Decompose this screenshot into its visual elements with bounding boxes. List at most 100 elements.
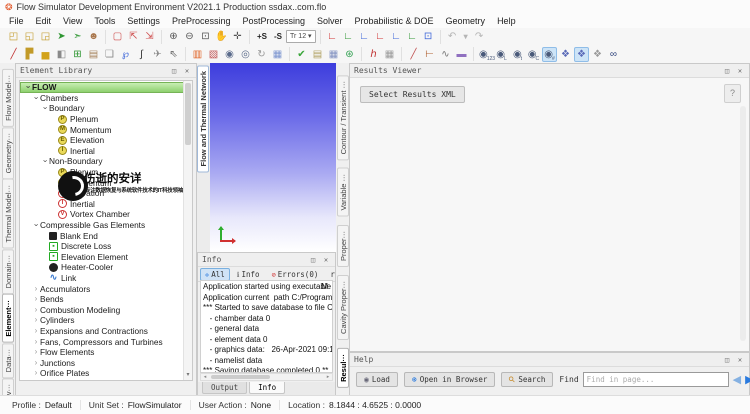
results-bars-icon[interactable]: ▅ <box>38 47 53 62</box>
rotate-selection-icon[interactable]: ⇲ <box>142 29 157 44</box>
draw-tee-icon[interactable]: ⊢ <box>422 47 437 62</box>
menu-file[interactable]: File <box>3 14 30 28</box>
collapse-icon[interactable]: › <box>41 157 49 165</box>
zoom-in-icon[interactable]: ⊕ <box>166 29 181 44</box>
view-results-icon[interactable]: ◉ <box>222 47 237 62</box>
dock-tab-flow-model[interactable]: Flow Model··· <box>2 69 14 127</box>
pan-icon[interactable]: ✋ <box>214 29 229 44</box>
find-entity-icon[interactable]: ∞ <box>606 47 621 62</box>
create-chamber-icon[interactable]: ▛ <box>22 47 37 62</box>
template-icon[interactable]: ▤ <box>86 47 101 62</box>
scroll-left-icon[interactable]: ◂ <box>201 374 209 380</box>
dock-tab-domain[interactable]: Domain··· <box>2 249 14 294</box>
show-labels-icon[interactable]: ◉L <box>494 47 509 62</box>
spline-icon[interactable]: ∫ <box>134 47 149 62</box>
help-button[interactable]: ? <box>724 84 741 103</box>
dock-tab-element[interactable]: Element··· <box>2 294 14 343</box>
view-custom-icon[interactable]: ∟ <box>405 29 420 44</box>
decrease-symbol-size-button[interactable]: -S <box>271 29 285 44</box>
show-hidden-icon[interactable]: ❖ <box>590 47 605 62</box>
menu-solver[interactable]: Solver <box>311 14 349 28</box>
move-selection-icon[interactable]: ⇱ <box>126 29 141 44</box>
tree-scrollbar[interactable]: ▾ <box>183 81 192 380</box>
open-in-browser-button[interactable]: ⊛ Open in Browser <box>404 372 496 387</box>
close-icon[interactable]: ✕ <box>321 256 331 264</box>
append-model-icon[interactable]: ➤ <box>54 29 69 44</box>
pin-icon[interactable]: ◫ <box>308 256 318 264</box>
zoom-out-icon[interactable]: ⊖ <box>182 29 197 44</box>
increase-symbol-size-button[interactable]: +S <box>254 29 270 44</box>
menu-postprocessing[interactable]: PostProcessing <box>236 14 311 28</box>
tree-item-cylinders[interactable]: ›Cylinders <box>20 315 184 326</box>
scrollbar-thumb[interactable] <box>211 375 270 379</box>
export-model-icon[interactable]: ➣ <box>70 29 85 44</box>
console-tab-output[interactable]: Output <box>202 382 247 394</box>
tree-item-elevation[interactable]: EElevation <box>20 135 184 146</box>
spreadsheet-icon[interactable]: ▦ <box>382 47 397 62</box>
expand-icon[interactable]: › <box>32 338 40 346</box>
scroll-down-icon[interactable]: ▾ <box>184 371 192 380</box>
tree-item-plenum[interactable]: PPlenum <box>20 114 184 125</box>
show-chambers-icon[interactable]: ❖ <box>574 47 589 62</box>
tree-item-flow[interactable]: ›FLOW <box>20 82 184 93</box>
tree-item-combustion-modeling[interactable]: ›Combustion Modeling <box>20 304 184 315</box>
search-button[interactable]: ⚲ Search <box>501 372 553 387</box>
expand-icon[interactable]: › <box>32 285 40 293</box>
show-elements-icon[interactable]: ❖ <box>558 47 573 62</box>
menu-help[interactable]: Help <box>491 14 522 28</box>
menu-settings[interactable]: Settings <box>121 14 166 28</box>
tree-item-plenum[interactable]: PPlenum <box>20 167 184 178</box>
expand-icon[interactable]: › <box>32 306 40 314</box>
dock-tab-contour-transient[interactable]: Contour / Transient ··· <box>337 75 349 160</box>
data-table-icon[interactable]: ▦ <box>270 47 285 62</box>
tree-item-link[interactable]: ∿Link <box>20 273 184 284</box>
dock-tab-data[interactable]: Data··· <box>2 343 14 378</box>
results-scrollbar[interactable] <box>740 106 746 341</box>
pin-icon[interactable]: ◫ <box>722 356 732 364</box>
convergence-plot-icon[interactable]: ℎ <box>366 47 381 62</box>
view-front-icon[interactable]: ∟ <box>389 29 404 44</box>
tree-item-momentum[interactable]: MMomentum <box>20 124 184 135</box>
log-horizontal-scrollbar[interactable]: ◂ ▸ <box>200 373 333 381</box>
view-yz-icon[interactable]: ∟ <box>341 29 356 44</box>
dock-tab-cavity-proper[interactable]: Cavity Proper··· <box>337 275 349 340</box>
menu-probabilistic-doe[interactable]: Probabilistic & DOE <box>349 14 440 28</box>
close-icon[interactable]: ✕ <box>735 356 745 364</box>
open-flow-model-icon[interactable]: ◰ <box>6 29 21 44</box>
tree-item-momentum[interactable]: MMomentum <box>20 177 184 188</box>
load-button[interactable]: ◉ Load <box>356 372 398 387</box>
find-input[interactable] <box>583 372 729 387</box>
plot-icon[interactable]: ▧ <box>206 47 221 62</box>
collapse-icon[interactable]: › <box>24 83 32 91</box>
redo-icon[interactable]: ↷ <box>472 29 487 44</box>
notes-icon[interactable]: ▤ <box>310 47 325 62</box>
dock-tab-proper[interactable]: Proper··· <box>337 225 349 267</box>
menu-edit[interactable]: Edit <box>30 14 58 28</box>
user-profile-icon[interactable]: ☻ <box>86 29 101 44</box>
expand-icon[interactable]: › <box>32 359 40 367</box>
collapse-icon[interactable]: › <box>41 104 49 112</box>
display-settings-icon[interactable]: ⊡ <box>421 29 436 44</box>
text-size-dropdown[interactable]: Tr 12 ▾ <box>286 30 316 43</box>
tree-item-junctions[interactable]: ›Junctions <box>20 357 184 368</box>
scrollbar-thumb[interactable] <box>185 83 191 145</box>
tree-item-elevation-element[interactable]: ▪Elevation Element <box>20 252 184 263</box>
tree-item-inertial[interactable]: IInertial <box>20 199 184 210</box>
view-zx-icon[interactable]: ∟ <box>357 29 372 44</box>
contour-legend-icon[interactable]: ▥ <box>190 47 205 62</box>
matrix-icon[interactable]: ▦ <box>326 47 341 62</box>
find-next-icon[interactable]: ▶ <box>745 373 750 386</box>
expand-icon[interactable]: › <box>32 316 40 324</box>
undo-icon[interactable]: ↶ <box>445 29 460 44</box>
tree-item-accumulators[interactable]: ›Accumulators <box>20 283 184 294</box>
collapse-icon[interactable]: › <box>32 94 40 102</box>
add-solid-icon[interactable]: ⊞ <box>70 47 85 62</box>
dock-tab-resul[interactable]: Resul··· <box>337 348 349 388</box>
dock-tab-geometry[interactable]: Geometry··· <box>2 127 14 179</box>
tree-item-compressible-gas-elements[interactable]: ›Compressible Gas Elements <box>20 220 184 231</box>
show-curves-icon[interactable]: ◉C <box>526 47 541 62</box>
validate-icon[interactable]: ✔ <box>294 47 309 62</box>
show-ids-icon[interactable]: ◉123 <box>478 47 493 62</box>
expand-icon[interactable]: › <box>32 369 40 377</box>
view-report-icon[interactable]: ◎ <box>238 47 253 62</box>
